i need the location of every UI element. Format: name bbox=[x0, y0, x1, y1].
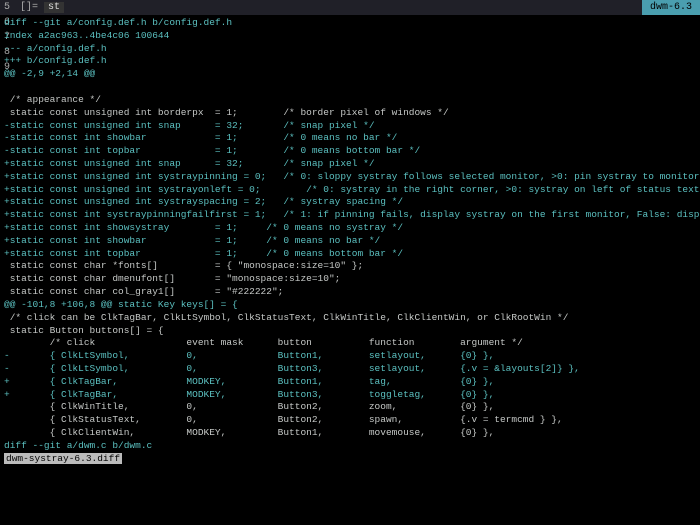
diff-line: /* click can be ClkTagBar, ClkLtSymbol, … bbox=[4, 312, 696, 325]
terminal-output[interactable]: diff --git a/config.def.h b/config.def.h… bbox=[0, 15, 700, 467]
dwm-bar: 123456789 []= st dwm-6.3 bbox=[0, 0, 700, 15]
diff-line: - { ClkLtSymbol, 0, Button3, setlayout, … bbox=[4, 363, 696, 376]
diff-line: --- a/config.def.h bbox=[4, 43, 696, 56]
diff-line: { ClkStatusText, 0, Button2, spawn, {.v … bbox=[4, 414, 696, 427]
diff-line: +static const unsigned int systrayspacin… bbox=[4, 196, 696, 209]
diff-line bbox=[4, 81, 696, 94]
diff-line: static const char col_gray1[] = "#222222… bbox=[4, 286, 696, 299]
diff-line: /* click event mask button function argu… bbox=[4, 337, 696, 350]
diff-line: static const unsigned int borderpx = 1; … bbox=[4, 107, 696, 120]
diff-line: @@ -2,9 +2,14 @@ bbox=[4, 68, 696, 81]
diff-line: +static const unsigned int snap = 32; /*… bbox=[4, 158, 696, 171]
diff-line: -static const int topbar = 1; /* 0 means… bbox=[4, 145, 696, 158]
diff-line: -static const unsigned int snap = 32; /*… bbox=[4, 120, 696, 133]
diff-line: +static const int showsystray = 1; /* 0 … bbox=[4, 222, 696, 235]
diff-line: { ClkClientWin, MODKEY, Button1, movemou… bbox=[4, 427, 696, 440]
diff-line: static Button buttons[] = { bbox=[4, 325, 696, 338]
diff-line: +static const int showbar = 1; /* 0 mean… bbox=[4, 235, 696, 248]
diff-line: static const char *fonts[] = { "monospac… bbox=[4, 260, 696, 273]
diff-line: + { ClkTagBar, MODKEY, Button1, tag, {0}… bbox=[4, 376, 696, 389]
diff-line: diff --git a/config.def.h b/config.def.h bbox=[4, 17, 696, 30]
layout-symbol[interactable]: []= bbox=[14, 2, 44, 13]
diff-line: +static const int topbar = 1; /* 0 means… bbox=[4, 248, 696, 261]
diff-line: /* appearance */ bbox=[4, 94, 696, 107]
diff-line: -static const int showbar = 1; /* 0 mean… bbox=[4, 132, 696, 145]
status-right: dwm-6.3 bbox=[642, 0, 700, 15]
diff-line: diff --git a/dwm.c b/dwm.c bbox=[4, 440, 696, 453]
diff-line: static const char dmenufont[] = "monospa… bbox=[4, 273, 696, 286]
diff-line: { ClkWinTitle, 0, Button2, zoom, {0} }, bbox=[4, 401, 696, 414]
pager-status-line: dwm-systray-6.3.diff bbox=[4, 453, 122, 464]
diff-line: @@ -101,8 +106,8 @@ static Key keys[] = … bbox=[4, 299, 696, 312]
diff-line: - { ClkLtSymbol, 0, Button1, setlayout, … bbox=[4, 350, 696, 363]
diff-line: +static const unsigned int systrayonleft… bbox=[4, 184, 696, 197]
diff-line: +static const unsigned int systraypinnin… bbox=[4, 171, 696, 184]
diff-line: + { ClkTagBar, MODKEY, Button3, toggleta… bbox=[4, 389, 696, 402]
diff-line: +static const int systraypinningfailfirs… bbox=[4, 209, 696, 222]
window-title[interactable]: st bbox=[44, 2, 64, 13]
tag-5[interactable]: 5 bbox=[0, 0, 14, 15]
diff-line: index a2ac963..4be4c06 100644 bbox=[4, 30, 696, 43]
diff-line: +++ b/config.def.h bbox=[4, 55, 696, 68]
